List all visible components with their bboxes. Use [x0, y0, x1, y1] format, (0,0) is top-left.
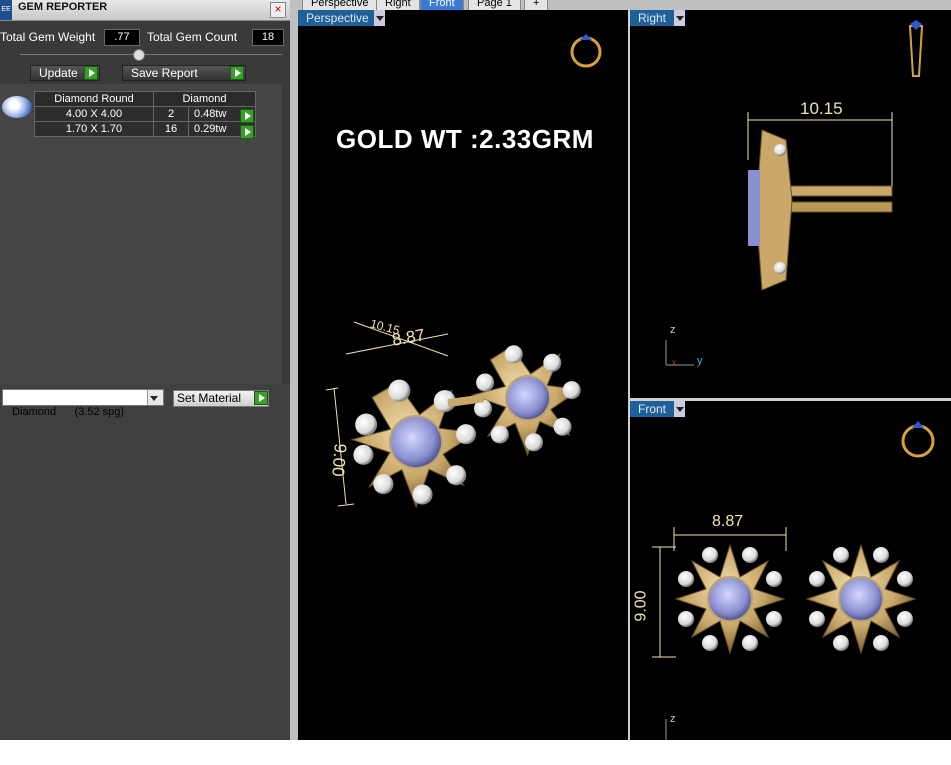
- panel-title: GEM REPORTER: [18, 1, 108, 13]
- row-2-play-icon[interactable]: [240, 125, 254, 139]
- right-label[interactable]: Right: [630, 10, 676, 26]
- close-button[interactable]: ×: [270, 2, 286, 18]
- earring-front-right: [805, 543, 917, 655]
- ring-view-icon: [901, 421, 935, 458]
- tab-perspective[interactable]: Perspective: [302, 0, 378, 10]
- gem-table-header-type: Diamond: [153, 91, 256, 107]
- panel-titlebar: EE GEM REPORTER ×: [0, 0, 290, 21]
- material-select[interactable]: Diamond (3.52 spg): [2, 389, 164, 418]
- dim-right-depth: 10.15: [800, 99, 843, 118]
- front-dropdown-icon[interactable]: [674, 401, 685, 417]
- earring-left-render: [350, 379, 478, 509]
- earring-front-left: [674, 543, 786, 655]
- gem-table: Diamond Round Diamond 4.00 X 4.00 2 0.48…: [34, 91, 256, 137]
- gem-size-cell: 4.00 X 4.00: [34, 106, 154, 122]
- perspective-dropdown-icon[interactable]: [374, 10, 385, 26]
- gold-weight-annotation: GOLD WT :2.33GRM: [336, 124, 594, 154]
- panel-slider-track: [20, 54, 282, 55]
- gem-size-cell: 1.70 X 1.70: [34, 121, 154, 137]
- tab-front[interactable]: Front: [420, 0, 464, 10]
- pendant-view-icon: [908, 20, 924, 77]
- save-report-button-label: Save Report: [131, 66, 198, 80]
- diamond-gem-icon: [2, 96, 32, 118]
- perspective-label[interactable]: Perspective: [298, 10, 376, 26]
- bottom-margin: [0, 740, 951, 765]
- panel-slider-handle[interactable]: [133, 49, 145, 61]
- panel-lower-area: [0, 384, 290, 740]
- ring-view-icon: [570, 34, 602, 68]
- panel-splitter[interactable]: [290, 0, 298, 740]
- app-icon: EE: [0, 0, 12, 20]
- perspective-viewport[interactable]: Perspective 10.15 8.87 9.00: [298, 10, 628, 740]
- gem-count-cell: 2: [153, 106, 189, 122]
- total-gem-weight-label: Total Gem Weight: [0, 30, 96, 44]
- total-gem-weight-field[interactable]: .77: [104, 29, 140, 46]
- row-1-play-icon[interactable]: [240, 109, 254, 123]
- table-row[interactable]: 4.00 X 4.00 2 0.48tw: [34, 106, 256, 122]
- dim-height: 9.00: [328, 442, 350, 478]
- axis-y-label: y: [697, 355, 703, 367]
- axis-x-label: x: [672, 358, 676, 367]
- save-report-play-icon[interactable]: [230, 66, 244, 80]
- dropdown-arrow-icon: [150, 396, 158, 401]
- total-gem-count-label: Total Gem Count: [147, 30, 238, 44]
- tab-add[interactable]: +: [524, 0, 549, 10]
- front-viewport[interactable]: Front 8.87 9.00 z: [630, 401, 951, 740]
- material-select-value: Diamond (3.52 spg): [12, 406, 125, 418]
- gem-count-cell: 16: [153, 121, 189, 137]
- front-label[interactable]: Front: [630, 401, 676, 417]
- tab-page-1[interactable]: Page 1: [468, 0, 521, 10]
- dim-front-width: 8.87: [712, 513, 744, 530]
- axis-z-label: z: [670, 324, 676, 336]
- table-row[interactable]: 1.70 X 1.70 16 0.29tw: [34, 121, 256, 137]
- axis-z-label: z: [670, 713, 676, 725]
- total-gem-count-field[interactable]: 18: [252, 29, 284, 46]
- perspective-render: [325, 34, 602, 509]
- earring-right-render: [447, 345, 582, 457]
- right-dropdown-icon[interactable]: [674, 10, 685, 26]
- save-report-button[interactable]: Save Report: [122, 65, 246, 81]
- gem-table-header-shape: Diamond Round: [34, 91, 154, 107]
- view-tab-bar: Perspective Right Front Page 1 +: [298, 0, 951, 10]
- update-button-label: Update: [39, 66, 78, 80]
- right-viewport[interactable]: Right 10.15 z y x: [630, 10, 951, 398]
- update-play-icon[interactable]: [84, 66, 98, 80]
- dim-front-height: 9.00: [632, 590, 650, 622]
- set-material-label: Set Material: [177, 391, 242, 405]
- tab-right[interactable]: Right: [376, 0, 420, 10]
- right-render: [665, 20, 924, 366]
- set-material-play-icon[interactable]: [254, 391, 268, 405]
- front-render: [652, 421, 935, 740]
